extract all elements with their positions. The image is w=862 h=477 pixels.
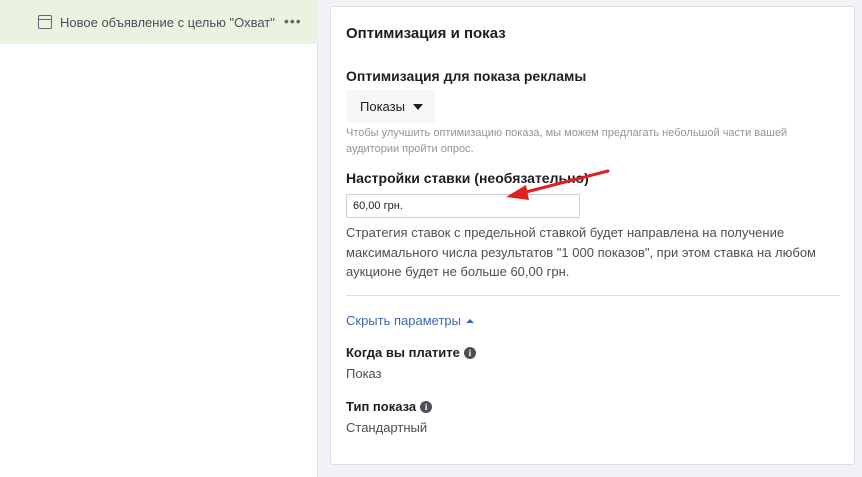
when-you-pay-heading: Когда вы платите i (346, 345, 476, 360)
ad-window-icon (38, 15, 52, 29)
optimization-delivery-panel: Оптимизация и показ Оптимизация для пока… (330, 6, 855, 465)
optimization-label: Оптимизация для показа рекламы (346, 68, 587, 84)
hide-parameters-link[interactable]: Скрыть параметры (346, 313, 474, 328)
delivery-type-label: Тип показа (346, 399, 417, 414)
caret-up-icon (465, 318, 474, 323)
bid-strategy-description: Стратегия ставок с предельной ставкой бу… (346, 225, 816, 279)
caret-down-icon (412, 103, 423, 110)
info-icon[interactable]: i (420, 400, 433, 413)
campaign-sidebar: Новое объявление с целью "Охват" ••• (0, 0, 318, 477)
ads-manager-view: Новое объявление с целью "Охват" ••• Опт… (0, 0, 862, 477)
sidebar-item-ad[interactable]: Новое объявление с целью "Охват" (0, 0, 318, 44)
bid-settings-label: Настройки ставки (необязательно) (346, 170, 589, 186)
delivery-type-heading: Тип показа i (346, 399, 433, 414)
hide-parameters-label: Скрыть параметры (346, 313, 461, 328)
divider (346, 295, 840, 296)
bid-amount-input[interactable] (346, 194, 580, 218)
section-title: Оптимизация и показ (346, 25, 506, 42)
when-you-pay-label: Когда вы платите (346, 345, 460, 360)
sidebar-item-label: Новое объявление с целью "Охват" (60, 14, 275, 30)
optimization-help-text: Чтобы улучшить оптимизацию показа, мы мо… (346, 127, 788, 155)
delivery-type-value: Стандартный (346, 420, 428, 435)
optimization-dropdown[interactable]: Показы (346, 90, 435, 123)
info-icon[interactable]: i (463, 346, 476, 359)
when-you-pay-value: Показ (346, 366, 382, 381)
more-options-icon[interactable]: ••• (284, 14, 302, 28)
optimization-selected-value: Показы (360, 99, 405, 114)
